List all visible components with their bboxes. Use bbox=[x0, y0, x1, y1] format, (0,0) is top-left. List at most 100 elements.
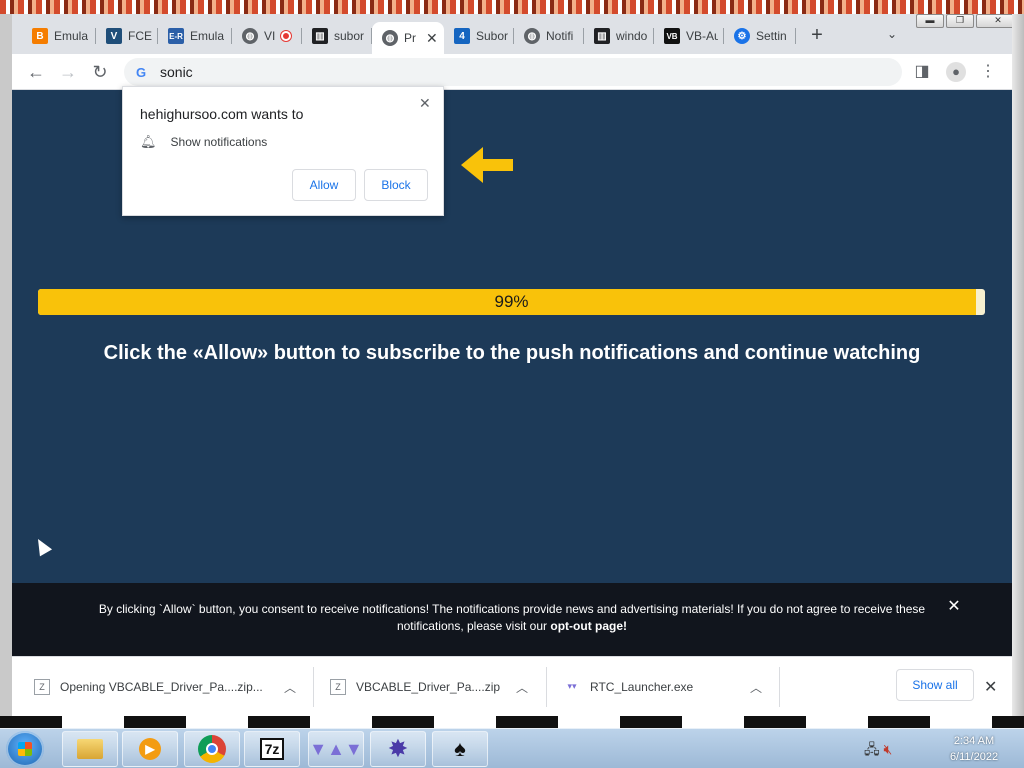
tab-label: Subor bbox=[476, 29, 508, 43]
taskbar: ▶ 7z ▼▲▼ ✸ ♠ 🖧︎ 🔇︎ 2:34 AM 6/11/2022 bbox=[0, 728, 1024, 768]
tab-7[interactable]: 4 Subor bbox=[444, 22, 514, 50]
block-button[interactable]: Block bbox=[364, 169, 428, 201]
headline-bold: «Allow» bbox=[192, 342, 269, 364]
zip-file-icon: Z bbox=[330, 679, 346, 695]
desktop-wallpaper-bottom bbox=[0, 716, 1024, 728]
clock-time: 2:34 AM bbox=[953, 735, 995, 747]
tab-3[interactable]: E-R Emula bbox=[158, 22, 232, 50]
consent-text: By clicking `Allow` button, you consent … bbox=[72, 601, 952, 635]
blogger-icon: B bbox=[32, 28, 48, 44]
system-tray: 🖧︎ 🔇︎ bbox=[864, 739, 892, 763]
exe-file-icon: ▾▾ bbox=[567, 681, 577, 691]
chevron-up-icon[interactable]: ︿ bbox=[750, 679, 762, 696]
tab-active[interactable]: ◍ Pr ✕ bbox=[372, 22, 444, 54]
clock[interactable]: 2:34 AM 6/11/2022 bbox=[936, 733, 1012, 765]
tab-label: subor bbox=[334, 29, 365, 43]
tab-10[interactable]: VB VB-Au bbox=[654, 22, 724, 50]
network-icon[interactable]: 🖧︎ bbox=[864, 741, 880, 757]
zip-file-icon: Z bbox=[34, 679, 50, 695]
start-button[interactable] bbox=[6, 731, 44, 767]
opt-out-link[interactable]: opt-out page! bbox=[550, 619, 627, 633]
show-all-button[interactable]: Show all bbox=[896, 669, 974, 701]
tab-label: VB-Au bbox=[686, 29, 718, 43]
tab-label: Emula bbox=[54, 29, 89, 43]
back-icon[interactable]: ← bbox=[24, 60, 48, 84]
app-purple-icon[interactable]: ▼▲▼ bbox=[308, 731, 364, 767]
consent-banner: By clicking `Allow` button, you consent … bbox=[12, 583, 1012, 656]
google-icon: G bbox=[135, 64, 147, 80]
close-icon[interactable]: ✕ bbox=[946, 599, 962, 615]
desktop-scrollbar-right bbox=[1012, 14, 1024, 716]
permission-label: Show notifications bbox=[170, 135, 268, 149]
globe-icon: ◍ bbox=[382, 30, 398, 46]
headline-text-end: button to subscribe to the push notifica… bbox=[268, 342, 921, 364]
download-label: VBCABLE_Driver_Pa....zip bbox=[356, 680, 501, 694]
profile-icon[interactable]: ● bbox=[946, 62, 966, 82]
reload-icon[interactable]: ↻ bbox=[88, 60, 112, 84]
tab-9[interactable]: ▥ windo bbox=[584, 22, 654, 50]
progress-label: 99% bbox=[494, 292, 529, 311]
window-controls: ▬ ❐ ✕ bbox=[916, 14, 1012, 28]
tab-2[interactable]: V FCEUX bbox=[96, 22, 158, 50]
tab-1[interactable]: B Emula bbox=[22, 22, 96, 50]
forward-icon[interactable]: → bbox=[56, 60, 80, 84]
close-icon[interactable]: ✕ bbox=[984, 677, 997, 697]
tab-label: windo bbox=[616, 29, 648, 43]
download-label: RTC_Launcher.exe bbox=[590, 680, 694, 694]
app-cat-icon[interactable]: ✸ bbox=[370, 731, 426, 767]
download-item[interactable]: Z Opening VBCABLE_Driver_Pa....zip... bbox=[34, 657, 263, 716]
popup-title: hehighursoo.com wants to bbox=[140, 106, 304, 122]
minimize-button[interactable]: ▬ bbox=[916, 14, 944, 28]
media-player-icon[interactable]: ▶ bbox=[122, 731, 178, 767]
menu-icon[interactable]: ⋮ bbox=[978, 62, 998, 82]
allow-button[interactable]: Allow bbox=[292, 169, 356, 201]
tab-label: Notifi bbox=[546, 29, 574, 43]
chevron-up-icon[interactable]: ︿ bbox=[516, 679, 528, 696]
archive-icon: ▥ bbox=[594, 28, 610, 44]
tab-label: FCEUX bbox=[128, 29, 152, 43]
chevron-up-icon[interactable]: ︿ bbox=[284, 679, 296, 696]
four-icon: 4 bbox=[454, 28, 470, 44]
progress-bar: 99% bbox=[38, 289, 985, 315]
notification-permission-popup: hehighursoo.com wants to ✕ 🔔︎ Show notif… bbox=[122, 86, 444, 216]
chrome-icon[interactable] bbox=[184, 731, 240, 767]
browser-toolbar: ← → ↻ G sonic ◨ ● ⋮ bbox=[12, 54, 1012, 90]
volume-muted-icon[interactable]: 🔇︎ bbox=[884, 741, 893, 757]
globe-icon: ◍ bbox=[242, 28, 258, 44]
tab-label: VI bbox=[264, 29, 276, 43]
archive-icon: ▥ bbox=[312, 28, 328, 44]
mouse-cursor-icon bbox=[31, 535, 53, 557]
vb-icon: VB bbox=[664, 28, 680, 44]
side-panel-icon[interactable]: ◨ bbox=[912, 62, 932, 82]
close-tab-icon[interactable]: ✕ bbox=[426, 30, 438, 47]
download-item[interactable]: Z VBCABLE_Driver_Pa....zip bbox=[330, 657, 500, 716]
tab-label: Settin bbox=[756, 29, 787, 43]
desktop-wallpaper-left bbox=[0, 14, 12, 716]
consent-body: By clicking `Allow` button, you consent … bbox=[98, 602, 926, 633]
new-tab-button[interactable]: + bbox=[807, 25, 827, 46]
file-explorer-icon[interactable] bbox=[62, 731, 118, 767]
app-mask-icon[interactable]: ♠ bbox=[432, 731, 488, 767]
tab-8[interactable]: ◍ Notifi bbox=[514, 22, 584, 50]
globe-icon: ◍ bbox=[524, 28, 540, 44]
tab-11[interactable]: ⚙ Settin bbox=[724, 22, 796, 50]
gear-icon: ⚙ bbox=[734, 28, 750, 44]
tab-label: Emula bbox=[190, 29, 225, 43]
tab-4[interactable]: ◍ VI bbox=[232, 22, 302, 50]
emu-icon: E-R bbox=[168, 28, 184, 44]
tab-label: Pr bbox=[404, 31, 416, 45]
download-item[interactable]: ▾▾ RTC_Launcher.exe bbox=[564, 657, 693, 716]
tab-5[interactable]: ▥ subor bbox=[302, 22, 372, 50]
browser-window: B Emula V FCEUX E-R Emula ◍ VI ▥ subor ◍… bbox=[12, 14, 1012, 716]
headline-text: Click the bbox=[103, 342, 193, 364]
tab-search-icon[interactable]: ⌄ bbox=[884, 27, 900, 43]
permission-row: 🔔︎ Show notifications bbox=[140, 134, 267, 150]
pointing-arrow-icon bbox=[461, 147, 513, 183]
close-window-button[interactable]: ✕ bbox=[976, 14, 1012, 28]
maximize-button[interactable]: ❐ bbox=[946, 14, 974, 28]
7zip-icon[interactable]: 7z bbox=[244, 731, 300, 767]
address-text[interactable]: sonic bbox=[160, 64, 193, 80]
address-bar[interactable]: G sonic bbox=[124, 58, 902, 86]
clock-date: 6/11/2022 bbox=[949, 751, 999, 763]
close-icon[interactable]: ✕ bbox=[419, 95, 431, 112]
